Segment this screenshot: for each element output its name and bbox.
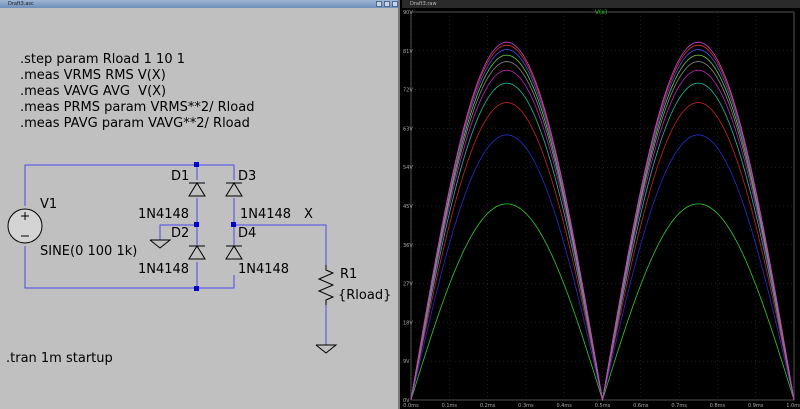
trace-group[interactable] xyxy=(410,41,795,402)
trace-vx-step-1[interactable] xyxy=(410,203,795,402)
schematic-window[interactable]: Draft3.asc .step param Rload 1 10 1 .mea… xyxy=(0,0,400,409)
x-tick-label: 0.4ms xyxy=(556,403,572,409)
r1-value-label: {Rload} xyxy=(338,288,392,303)
x-tick-label: 0.0ms xyxy=(403,403,419,409)
waveform-plot[interactable]: 0V9V18V27V36V45V54V63V72V81V90V 0.0ms 0.1… xyxy=(402,0,800,409)
trace-vx-step-3[interactable] xyxy=(410,102,795,401)
d3-name-label: D3 xyxy=(238,169,257,184)
r1-name-label: R1 xyxy=(340,267,358,282)
y-tick-label: 81V xyxy=(403,49,413,55)
y-tick-label: 27V xyxy=(403,282,413,288)
trace-vx-step-10[interactable] xyxy=(410,41,795,401)
d1-model-label: 1N4148 xyxy=(138,207,190,222)
resistor-r1-symbol[interactable] xyxy=(317,265,335,305)
x-tick-label: 0.7ms xyxy=(671,403,687,409)
x-tick-label: 0.5ms xyxy=(595,403,611,409)
y-tick-label: 9V xyxy=(403,359,410,365)
y-tick-label: 45V xyxy=(403,204,413,210)
y-tick-label: 36V xyxy=(403,243,413,249)
v1-value-label: SINE(0 100 1k) xyxy=(40,244,138,259)
plot-frame xyxy=(410,11,795,401)
x-tick-label: 0.6ms xyxy=(633,403,649,409)
ground-symbol-left xyxy=(149,239,172,249)
spice-directive-tran[interactable]: .tran 1m startup xyxy=(6,351,113,367)
y-tick-label: 63V xyxy=(403,126,413,132)
d2-name-label: D2 xyxy=(171,226,190,241)
d4-name-label: D4 xyxy=(238,226,257,241)
diode-d1-symbol[interactable] xyxy=(188,182,206,197)
d1-name-label: D1 xyxy=(171,169,190,184)
schematic-canvas[interactable] xyxy=(0,0,400,409)
diode-d2-symbol[interactable] xyxy=(188,245,206,260)
x-tick-label: 1.0ms xyxy=(786,403,800,409)
plot-grid xyxy=(410,11,795,401)
x-tick-label: 0.2ms xyxy=(480,403,496,409)
trace-vx-step-9[interactable] xyxy=(410,44,795,401)
y-tick-label: 90V xyxy=(403,10,413,16)
d3-model-label: 1N4148 xyxy=(240,207,292,222)
y-tick-label: 18V xyxy=(403,320,413,326)
net-label-x[interactable]: X xyxy=(304,207,313,223)
y-tick-label: 54V xyxy=(403,165,413,171)
voltage-source-v1[interactable] xyxy=(7,208,43,244)
d2-model-label: 1N4148 xyxy=(138,262,190,277)
ground-symbol-r1 xyxy=(315,344,338,354)
x-tick-label: 0.1ms xyxy=(442,403,458,409)
x-tick-label: 0.9ms xyxy=(748,403,764,409)
x-axis-ticks: 0.0ms 0.1ms 0.2ms 0.3ms 0.4ms 0.5ms 0.6ms 0.7ms… xyxy=(403,403,800,409)
diode-d4-symbol[interactable] xyxy=(225,245,243,260)
v1-name-label: V1 xyxy=(40,197,58,212)
trace-label-vx[interactable]: V(x) xyxy=(595,9,607,16)
junctions xyxy=(194,162,236,291)
x-tick-label: 0.3ms xyxy=(518,403,534,409)
waveform-window[interactable]: Draft3.raw 0V 9V 18V 27V 36V 45V 54V 63V 72V 81V 9… xyxy=(402,0,800,409)
y-axis-ticks: 0V9V18V27V36V45V54V63V72V81V90V xyxy=(403,10,413,404)
x-tick-label: 0.8ms xyxy=(710,403,726,409)
y-tick-label: 72V xyxy=(403,88,413,94)
d4-model-label: 1N4148 xyxy=(238,262,290,277)
